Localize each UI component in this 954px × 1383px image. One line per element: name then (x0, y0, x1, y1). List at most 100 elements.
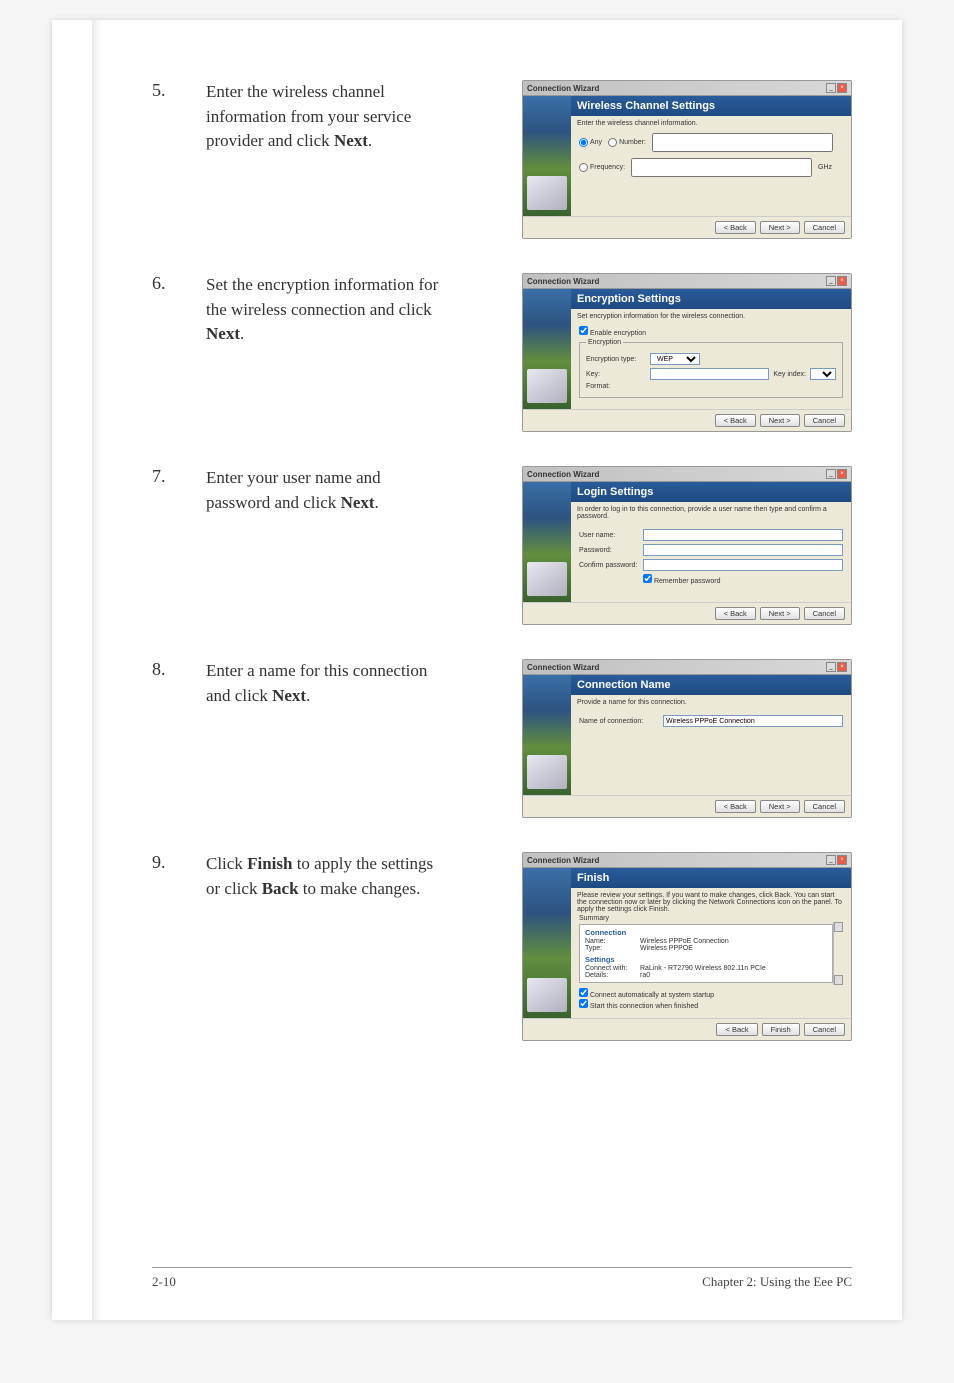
password-label: Password: (579, 547, 639, 554)
wizard-window-step7: Connection Wizard _ × Login Settings In … (522, 466, 852, 625)
window-title: Connection Wizard (527, 84, 599, 93)
radio-frequency[interactable]: Frequency: (579, 163, 625, 172)
wizard-sidebar-image (523, 96, 571, 216)
wizard-banner: Finish (571, 868, 851, 888)
scroll-down-icon[interactable] (834, 975, 843, 985)
username-input[interactable] (643, 529, 843, 541)
step-text: Enter a name for this connection and cli… (206, 659, 446, 708)
format-label: Format: (586, 383, 646, 390)
key-input[interactable] (650, 368, 769, 380)
wizard-description: Enter the wireless channel information. (571, 116, 851, 129)
wizard-sidebar-image (523, 289, 571, 409)
cancel-button[interactable]: Cancel (804, 800, 845, 813)
wizard-window-step5: Connection Wizard _ × Wireless Channel S… (522, 80, 852, 239)
window-title: Connection Wizard (527, 856, 599, 865)
wizard-sidebar-image (523, 868, 571, 1018)
step-text: Set the encryption information for the w… (206, 273, 446, 347)
remember-password-checkbox[interactable]: Remember password (643, 574, 720, 585)
wizard-description: Provide a name for this connection. (571, 695, 851, 708)
enable-encryption-checkbox[interactable]: Enable encryption (579, 330, 646, 337)
minimize-icon[interactable]: _ (826, 469, 836, 479)
close-icon[interactable]: × (837, 855, 847, 865)
cancel-button[interactable]: Cancel (804, 414, 845, 427)
connection-name-label: Name of connection: (579, 718, 659, 725)
wizard-banner: Login Settings (571, 482, 851, 502)
key-index-label: Key index: (773, 371, 806, 378)
window-title: Connection Wizard (527, 663, 599, 672)
wizard-banner: Wireless Channel Settings (571, 96, 851, 116)
username-label: User name: (579, 532, 639, 539)
cancel-button[interactable]: Cancel (804, 607, 845, 620)
step-number: 5. (152, 80, 182, 101)
name-label: Name: (585, 938, 640, 945)
wizard-sidebar-image (523, 675, 571, 795)
password-input[interactable] (643, 544, 843, 556)
minimize-icon[interactable]: _ (826, 276, 836, 286)
key-index-select[interactable] (810, 368, 836, 380)
close-icon[interactable]: × (837, 469, 847, 479)
wizard-window-step9: Connection Wizard _ × Finish Please revi… (522, 852, 852, 1041)
wizard-banner: Encryption Settings (571, 289, 851, 309)
cancel-button[interactable]: Cancel (804, 221, 845, 234)
wizard-description: Set encryption information for the wirel… (571, 309, 851, 322)
close-icon[interactable]: × (837, 662, 847, 672)
step-number: 7. (152, 466, 182, 487)
minimize-icon[interactable]: _ (826, 83, 836, 93)
step-number: 9. (152, 852, 182, 873)
connection-name-input[interactable] (663, 715, 843, 727)
connect-with-label: Connect with: (585, 965, 640, 972)
type-label: Type: (585, 945, 640, 952)
wizard-window-step6: Connection Wizard _ × Encryption Setting… (522, 273, 852, 432)
key-label: Key: (586, 371, 646, 378)
start-connection-checkbox[interactable]: Start this connection when finished (579, 999, 843, 1010)
back-button[interactable]: < Back (715, 607, 756, 620)
details-value: ra0 (640, 972, 650, 979)
back-button[interactable]: < Back (715, 221, 756, 234)
back-button[interactable]: < Back (715, 800, 756, 813)
cancel-button[interactable]: Cancel (804, 1023, 845, 1036)
step-number: 8. (152, 659, 182, 680)
name-value: Wireless PPPoE Connection (640, 938, 729, 945)
next-button[interactable]: Next > (760, 607, 800, 620)
connect-with-value: RaLink - RT2790 Wireless 802.11n PCIe (640, 965, 766, 972)
minimize-icon[interactable]: _ (826, 855, 836, 865)
step-text: Enter the wireless channel information f… (206, 80, 446, 154)
connection-heading: Connection (585, 928, 827, 937)
step-number: 6. (152, 273, 182, 294)
next-button[interactable]: Next > (760, 800, 800, 813)
details-label: Details: (585, 972, 640, 979)
wizard-banner: Connection Name (571, 675, 851, 695)
close-icon[interactable]: × (837, 276, 847, 286)
back-button[interactable]: < Back (716, 1023, 757, 1036)
step-text: Click Finish to apply the settings or cl… (206, 852, 446, 901)
confirm-password-input[interactable] (643, 559, 843, 571)
next-button[interactable]: Next > (760, 414, 800, 427)
finish-button[interactable]: Finish (762, 1023, 800, 1036)
scroll-up-icon[interactable] (834, 922, 843, 932)
ghz-label: GHz (818, 164, 832, 171)
type-value: Wireless PPPOE (640, 945, 693, 952)
encryption-type-select[interactable]: WEP (650, 353, 700, 365)
wizard-description: In order to log in to this connection, p… (571, 502, 851, 522)
encryption-group: Encryption (586, 339, 623, 346)
minimize-icon[interactable]: _ (826, 662, 836, 672)
wizard-window-step8: Connection Wizard _ × Connection Name Pr… (522, 659, 852, 818)
step-text: Enter your user name and password and cl… (206, 466, 446, 515)
radio-any[interactable]: Any (579, 138, 602, 147)
auto-connect-checkbox[interactable]: Connect automatically at system startup (579, 988, 843, 999)
next-button[interactable]: Next > (760, 221, 800, 234)
radio-number[interactable]: Number: (608, 138, 646, 147)
frequency-input[interactable] (631, 158, 812, 177)
settings-heading: Settings (585, 955, 827, 964)
close-icon[interactable]: × (837, 83, 847, 93)
wizard-sidebar-image (523, 482, 571, 602)
wizard-description: Please review your settings. If you want… (571, 888, 851, 915)
page-number: 2-10 (152, 1274, 176, 1290)
chapter-title: Chapter 2: Using the Eee PC (702, 1274, 852, 1290)
encryption-type-label: Encryption type: (586, 356, 646, 363)
window-title: Connection Wizard (527, 277, 599, 286)
scrollbar[interactable] (833, 922, 843, 985)
window-title: Connection Wizard (527, 470, 599, 479)
back-button[interactable]: < Back (715, 414, 756, 427)
number-input[interactable] (652, 133, 833, 152)
